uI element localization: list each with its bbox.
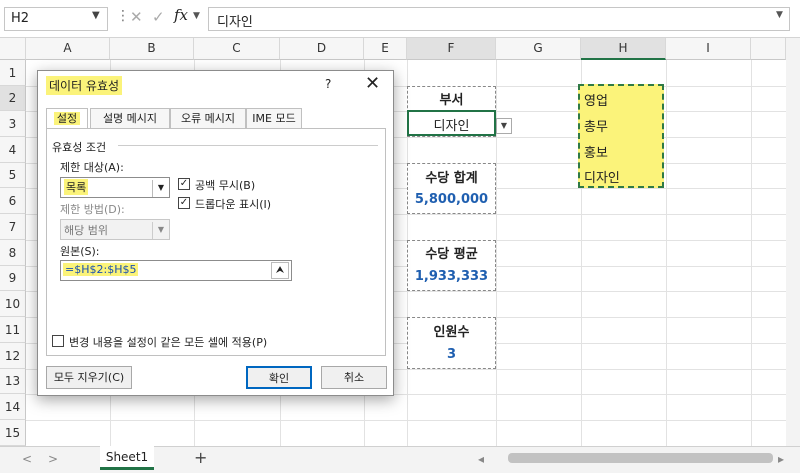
- check-icon[interactable]: ✓: [152, 8, 165, 26]
- close-icon[interactable]: ✕: [365, 73, 380, 94]
- column-header[interactable]: B: [110, 38, 194, 60]
- active-cell[interactable]: [407, 110, 496, 136]
- formula-input[interactable]: 디자인: [208, 7, 790, 31]
- row-header[interactable]: 4: [0, 137, 26, 163]
- in-cell-dropdown-checkbox[interactable]: ✓: [178, 197, 190, 209]
- row-header[interactable]: 6: [0, 188, 26, 214]
- cancel-icon[interactable]: ✕: [130, 8, 143, 26]
- insert-function-button[interactable]: fx: [174, 6, 188, 24]
- tab-input-message[interactable]: 설명 메시지: [90, 108, 170, 129]
- ignore-blank-label: 공백 무시(B): [195, 179, 256, 192]
- list-item[interactable]: 디자인: [584, 167, 620, 186]
- more-icon: ⋮: [116, 8, 130, 24]
- chevron-left-icon[interactable]: <: [22, 452, 32, 466]
- row-header[interactable]: 2: [0, 86, 26, 111]
- gridline: [751, 60, 752, 446]
- tab-ime-mode[interactable]: IME 모드: [246, 108, 302, 129]
- horizontal-scroll-thumb[interactable]: [508, 453, 773, 463]
- column-header[interactable]: E: [364, 38, 407, 60]
- divider: [118, 145, 378, 146]
- list-item[interactable]: 영업: [584, 90, 608, 109]
- column-header[interactable]: A: [26, 38, 110, 60]
- chevron-right-icon[interactable]: >: [48, 452, 58, 466]
- collapse-range-icon[interactable]: ⮝: [271, 262, 289, 279]
- row-header[interactable]: 11: [0, 317, 26, 343]
- column-header[interactable]: [751, 38, 786, 60]
- cell-f9[interactable]: 1,933,333: [407, 269, 496, 284]
- expand-icon[interactable]: ▼: [776, 10, 783, 20]
- data-validation-dialog: 데이터 유효성 ? ✕ 설정 설명 메시지 오류 메시지 IME 모드 유효성 …: [37, 70, 394, 396]
- clear-all-button[interactable]: 모두 지우기(C): [46, 366, 132, 389]
- cell-dropdown-button[interactable]: ▼: [496, 118, 512, 134]
- row-header[interactable]: 14: [0, 394, 26, 420]
- chevron-down-icon: ▼: [152, 222, 169, 239]
- tab-settings[interactable]: 설정: [46, 108, 88, 130]
- ok-button[interactable]: 확인: [246, 366, 312, 389]
- ignore-blank-checkbox[interactable]: ✓: [178, 178, 190, 190]
- source-value: =$H$2:$H$5: [63, 263, 139, 276]
- vertical-scrollbar[interactable]: [786, 38, 800, 446]
- chevron-down-icon[interactable]: ▼: [152, 180, 169, 197]
- list-item[interactable]: 총무: [584, 116, 608, 135]
- column-header[interactable]: F: [407, 38, 496, 60]
- add-sheet-icon[interactable]: +: [194, 448, 207, 467]
- row-header[interactable]: 3: [0, 111, 26, 137]
- gridline: [666, 60, 667, 446]
- column-header[interactable]: D: [280, 38, 364, 60]
- apply-all-checkbox[interactable]: [52, 335, 64, 347]
- cell-f11[interactable]: 인원수: [407, 321, 496, 340]
- column-header[interactable]: C: [194, 38, 280, 60]
- scroll-left-icon[interactable]: ◂: [478, 452, 484, 466]
- cancel-button[interactable]: 취소: [321, 366, 387, 389]
- row-header[interactable]: 9: [0, 266, 26, 291]
- list-item[interactable]: 홍보: [584, 142, 608, 161]
- section-heading: 유효성 조건: [52, 141, 107, 154]
- in-cell-dropdown-label: 드롭다운 표시(I): [195, 198, 272, 211]
- cell-f8[interactable]: 수당 평균: [407, 243, 496, 262]
- cell-f2[interactable]: 부서: [407, 89, 496, 108]
- column-header[interactable]: I: [666, 38, 751, 60]
- data-value: 해당 범위: [64, 224, 108, 237]
- dialog-title: 데이터 유효성: [46, 76, 123, 95]
- allow-label: 제한 대상(A):: [60, 161, 124, 174]
- row-header[interactable]: 5: [0, 163, 26, 188]
- row-header[interactable]: 13: [0, 369, 26, 394]
- cell-f5[interactable]: 수당 합계: [407, 167, 496, 186]
- cell-f12[interactable]: 3: [407, 347, 496, 362]
- allow-value: 목록: [64, 179, 89, 195]
- sheet-tab[interactable]: Sheet1: [100, 446, 154, 470]
- row-header[interactable]: 8: [0, 240, 26, 266]
- gridline: [26, 420, 792, 421]
- row-header[interactable]: 7: [0, 214, 26, 240]
- column-header[interactable]: G: [496, 38, 581, 60]
- select-all-corner[interactable]: [0, 38, 26, 60]
- scroll-right-icon[interactable]: ▸: [778, 452, 784, 466]
- column-header[interactable]: H: [581, 38, 666, 60]
- source-label: 원본(S):: [60, 245, 100, 258]
- apply-all-label: 변경 내용을 설정이 같은 모든 셀에 적용(P): [69, 336, 268, 349]
- chevron-down-icon[interactable]: ▼: [193, 11, 200, 21]
- chevron-down-icon[interactable]: ▼: [92, 10, 100, 21]
- tab-strip: 설정 설명 메시지 오류 메시지 IME 모드: [46, 108, 386, 130]
- help-button[interactable]: ?: [325, 77, 331, 91]
- tab-error-alert[interactable]: 오류 메시지: [170, 108, 246, 129]
- row-header[interactable]: 15: [0, 420, 26, 446]
- row-header[interactable]: 12: [0, 343, 26, 369]
- cell-f6[interactable]: 5,800,000: [407, 192, 496, 207]
- row-header[interactable]: 10: [0, 291, 26, 317]
- data-label: 제한 방법(D):: [60, 203, 125, 216]
- row-header[interactable]: 1: [0, 60, 26, 86]
